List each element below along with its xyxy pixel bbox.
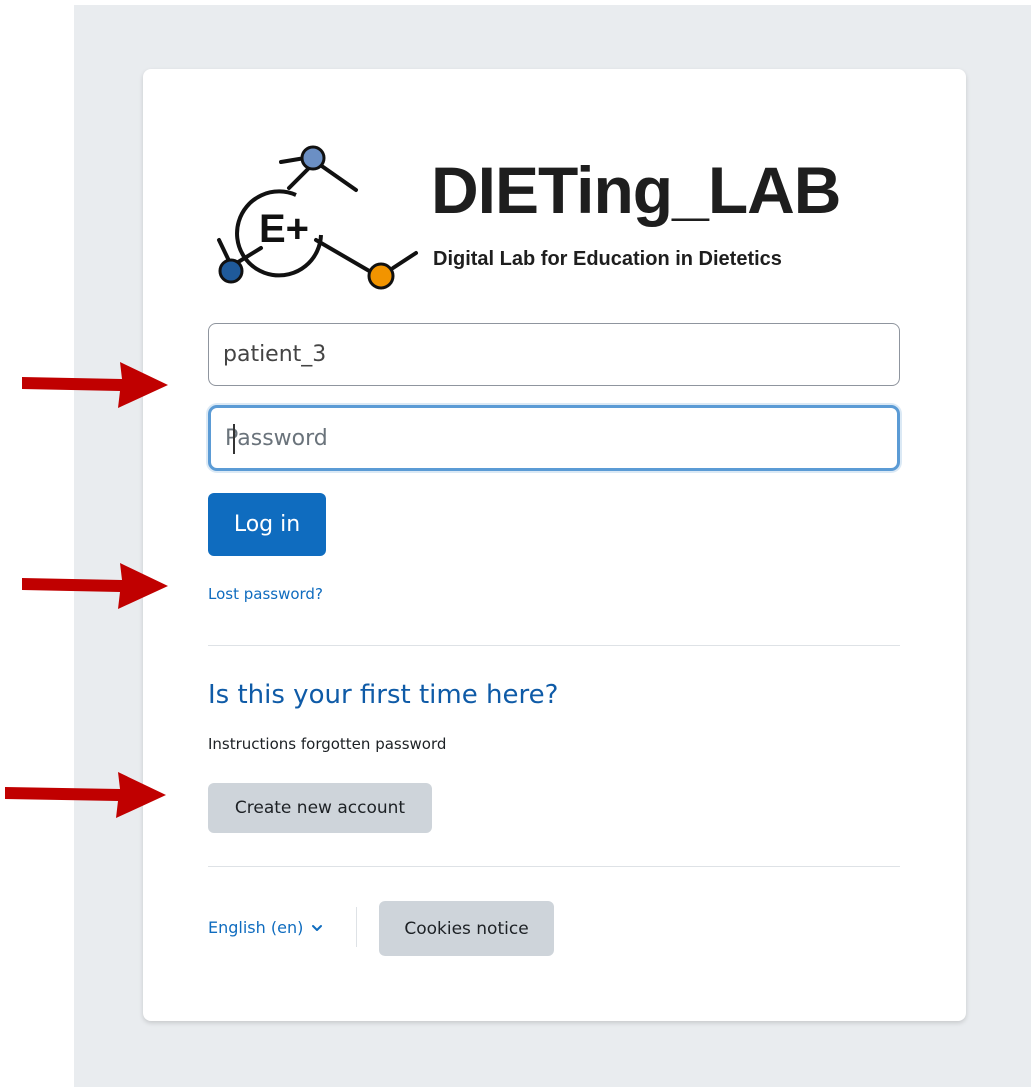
site-logo: E+ DIETing_LAB Digital Lab for Education… — [211, 140, 891, 300]
password-field[interactable] — [208, 405, 900, 471]
logo-badge-text: E+ — [259, 207, 309, 251]
language-selector[interactable]: English (en) — [208, 918, 323, 937]
logo-subtitle: Digital Lab for Education in Dietetics — [433, 248, 782, 270]
red-arrow-icon — [22, 362, 168, 408]
username-field[interactable] — [208, 323, 900, 386]
red-arrow-icon — [5, 772, 166, 818]
text-cursor — [233, 424, 235, 454]
red-arrow-icon — [22, 563, 168, 609]
footer-separator — [356, 907, 357, 947]
login-button[interactable]: Log in — [208, 493, 326, 556]
cookies-notice-button[interactable]: Cookies notice — [379, 901, 554, 956]
lost-password-link[interactable]: Lost password? — [208, 585, 323, 603]
create-account-button[interactable]: Create new account — [208, 783, 432, 833]
first-time-heading: Is this your first time here? — [208, 680, 559, 710]
divider — [208, 866, 900, 867]
chevron-down-icon — [312, 924, 323, 931]
language-label: English (en) — [208, 918, 304, 937]
logo-title: DIETing_LAB — [431, 153, 841, 227]
instructions-text: Instructions forgotten password — [208, 735, 447, 753]
molecule-logo-icon: E+ — [217, 145, 418, 290]
divider — [208, 645, 900, 646]
